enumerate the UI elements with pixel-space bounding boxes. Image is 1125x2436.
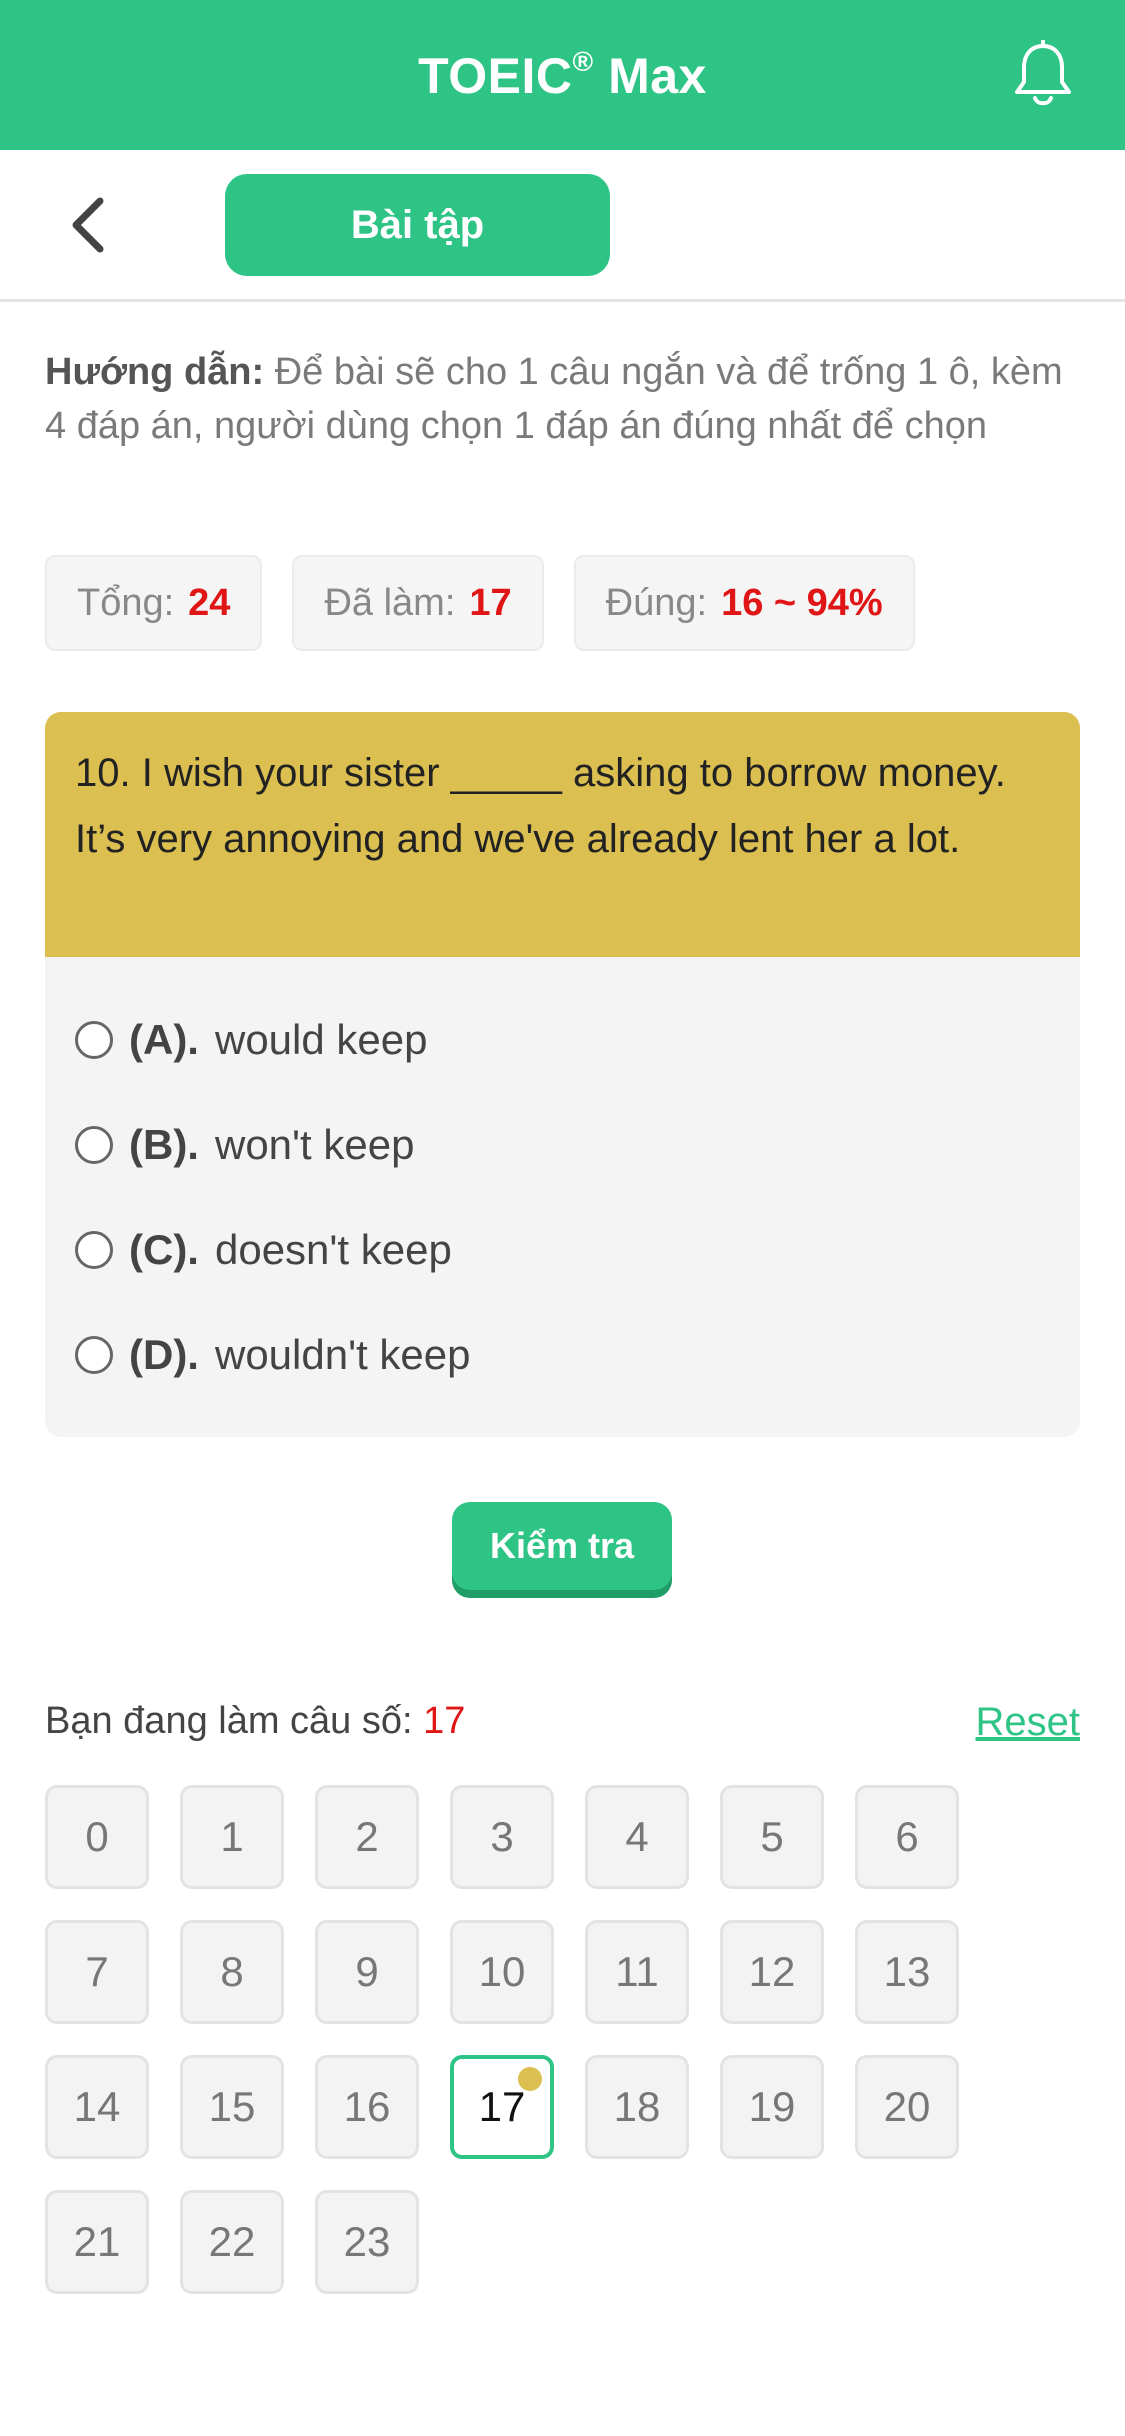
question-number-label: 7 <box>85 1948 109 1995</box>
radio-icon[interactable] <box>75 1125 113 1164</box>
question-number-2[interactable]: 2 <box>315 1785 419 1889</box>
question-number-5[interactable]: 5 <box>720 1785 824 1889</box>
question-number-18[interactable]: 18 <box>585 2055 689 2159</box>
option-c[interactable]: (C). doesn't keep <box>75 1197 1050 1302</box>
question-number-label: 22 <box>208 2218 256 2265</box>
question-number-9[interactable]: 9 <box>315 1920 419 2024</box>
instructions-label: Hướng dẫn: <box>45 351 265 393</box>
toolbar: Bài tập <box>0 150 1125 302</box>
stat-total: Tổng: 24 <box>45 555 263 651</box>
question-number-label: 15 <box>208 2083 256 2130</box>
app-title: TOEIC® Max <box>418 45 707 104</box>
question-number-label: 8 <box>220 1948 244 1995</box>
question-number-8[interactable]: 8 <box>180 1920 284 2024</box>
stats-bar: Tổng: 24 Đã làm: 17 Đúng: 16 ~ 94% <box>45 555 915 651</box>
question-number-label: 16 <box>343 2083 391 2130</box>
question-number-label: 23 <box>343 2218 391 2265</box>
question-number-23[interactable]: 23 <box>315 2190 419 2294</box>
question-text: 10. I wish your sister _____ asking to b… <box>45 712 1080 957</box>
bell-icon[interactable] <box>1011 40 1075 110</box>
tab-exercise[interactable]: Bài tập <box>225 174 610 276</box>
stat-done: Đã làm: 17 <box>292 555 544 651</box>
current-question-indicator: Bạn đang làm câu số: 17 <box>45 1700 466 1742</box>
question-number-label: 1 <box>220 1813 244 1860</box>
radio-icon[interactable] <box>75 1335 113 1374</box>
question-number-22[interactable]: 22 <box>180 2190 284 2294</box>
app-header: TOEIC® Max <box>0 0 1125 150</box>
question-number-7[interactable]: 7 <box>45 1920 149 2024</box>
question-number-17[interactable]: 17 <box>450 2055 554 2159</box>
answer-options: (A). would keep (B). won't keep (C). doe… <box>45 957 1080 1437</box>
chevron-left-icon[interactable] <box>62 195 122 255</box>
question-number-label: 14 <box>73 2083 121 2130</box>
stat-correct: Đúng: 16 ~ 94% <box>573 555 915 651</box>
app-root: TOEIC® Max Bài tập Hướng dẫn: Để bài sẽ … <box>0 0 1125 2436</box>
reset-link[interactable]: Reset <box>976 1700 1081 1745</box>
question-number-label: 3 <box>490 1813 514 1860</box>
question-number-label: 21 <box>73 2218 121 2265</box>
question-number-6[interactable]: 6 <box>855 1785 959 1889</box>
question-number-21[interactable]: 21 <box>45 2190 149 2294</box>
question-number-label: 19 <box>748 2083 796 2130</box>
question-number-11[interactable]: 11 <box>585 1920 689 2024</box>
question-number-19[interactable]: 19 <box>720 2055 824 2159</box>
option-d[interactable]: (D). wouldn't keep <box>75 1302 1050 1407</box>
question-number-12[interactable]: 12 <box>720 1920 824 2024</box>
question-number-16[interactable]: 16 <box>315 2055 419 2159</box>
question-number-14[interactable]: 14 <box>45 2055 149 2159</box>
question-number-3[interactable]: 3 <box>450 1785 554 1889</box>
question-number-20[interactable]: 20 <box>855 2055 959 2159</box>
question-number-label: 11 <box>615 1948 659 1995</box>
question-number-label: 12 <box>748 1948 796 1995</box>
option-a[interactable]: (A). would keep <box>75 987 1050 1092</box>
instructions: Hướng dẫn: Để bài sẽ cho 1 câu ngắn và đ… <box>45 345 1085 453</box>
question-number-13[interactable]: 13 <box>855 1920 959 2024</box>
question-number-4[interactable]: 4 <box>585 1785 689 1889</box>
question-number-label: 9 <box>355 1948 379 1995</box>
check-button[interactable]: Kiểm tra <box>452 1502 672 1590</box>
question-number-label: 2 <box>355 1813 379 1860</box>
question-number-label: 5 <box>760 1813 784 1860</box>
question-number-label: 20 <box>883 2083 931 2130</box>
question-card: 10. I wish your sister _____ asking to b… <box>45 712 1080 1437</box>
current-dot-icon <box>518 2067 542 2091</box>
radio-icon[interactable] <box>75 1020 113 1059</box>
question-number-10[interactable]: 10 <box>450 1920 554 2024</box>
question-number-label: 17 <box>478 2083 526 2130</box>
question-number-label: 0 <box>85 1813 109 1860</box>
option-b[interactable]: (B). won't keep <box>75 1092 1050 1197</box>
question-number-1[interactable]: 1 <box>180 1785 284 1889</box>
question-number-0[interactable]: 0 <box>45 1785 149 1889</box>
question-number-label: 10 <box>478 1948 526 1995</box>
radio-icon[interactable] <box>75 1230 113 1269</box>
question-number-label: 4 <box>625 1813 649 1860</box>
question-number-label: 13 <box>883 1948 931 1995</box>
question-number-label: 18 <box>613 2083 661 2130</box>
question-number-label: 6 <box>895 1813 919 1860</box>
question-number-15[interactable]: 15 <box>180 2055 284 2159</box>
